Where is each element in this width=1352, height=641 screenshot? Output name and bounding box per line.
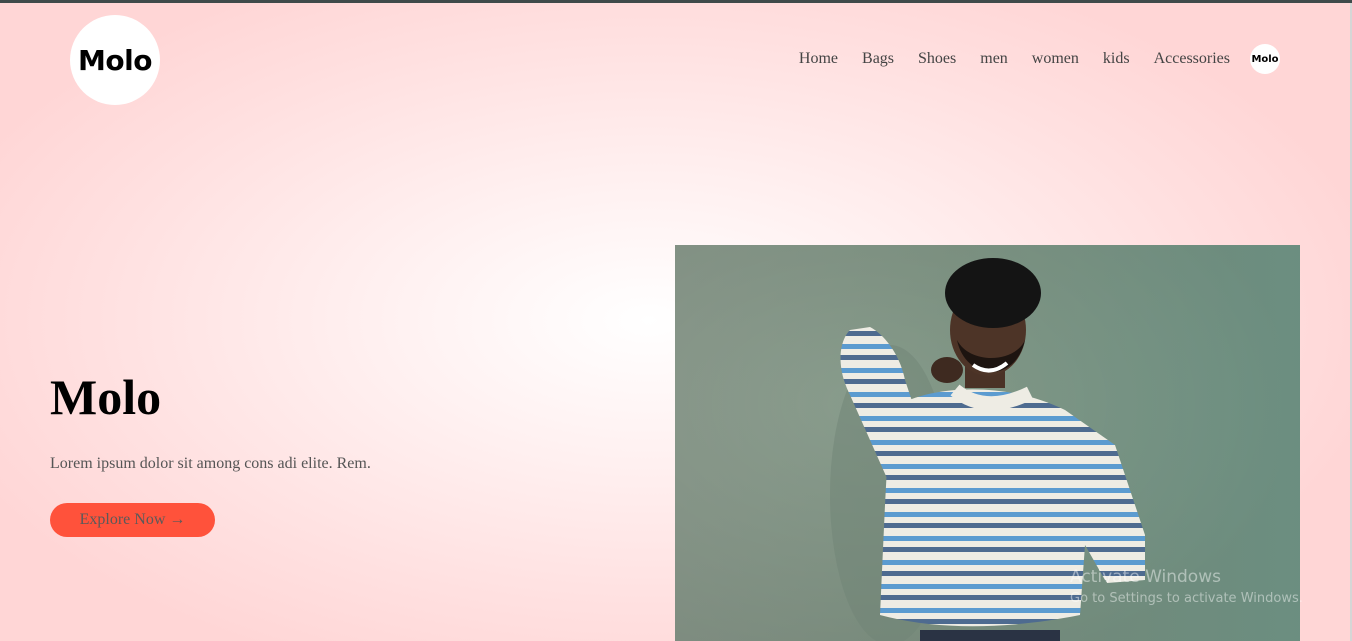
hero-image-illustration: [675, 245, 1300, 641]
nav-link-accessories[interactable]: Accessories: [1154, 50, 1230, 68]
explore-now-button[interactable]: Explore Now →: [50, 503, 215, 537]
hero-description: Lorem ipsum dolor sit among cons adi eli…: [50, 455, 371, 472]
hero-image: [675, 245, 1300, 641]
brand-logo[interactable]: Molo: [70, 15, 160, 105]
main-nav: Home Bags Shoes men women kids Accessori…: [775, 44, 1280, 74]
nav-brand-logo[interactable]: Molo: [1250, 44, 1280, 74]
nav-link-shoes[interactable]: Shoes: [918, 50, 956, 68]
hero-title: Molo: [50, 369, 162, 425]
nav-link-bags[interactable]: Bags: [862, 50, 894, 68]
nav-link-men[interactable]: men: [980, 50, 1008, 68]
nav-brand-logo-text: Molo: [1251, 53, 1279, 65]
brand-logo-text: Molo: [78, 43, 152, 77]
nav-link-home[interactable]: Home: [799, 50, 838, 68]
window-top-border: [0, 0, 1352, 3]
nav-link-women[interactable]: women: [1032, 50, 1079, 68]
nav-link-kids[interactable]: kids: [1103, 50, 1130, 68]
